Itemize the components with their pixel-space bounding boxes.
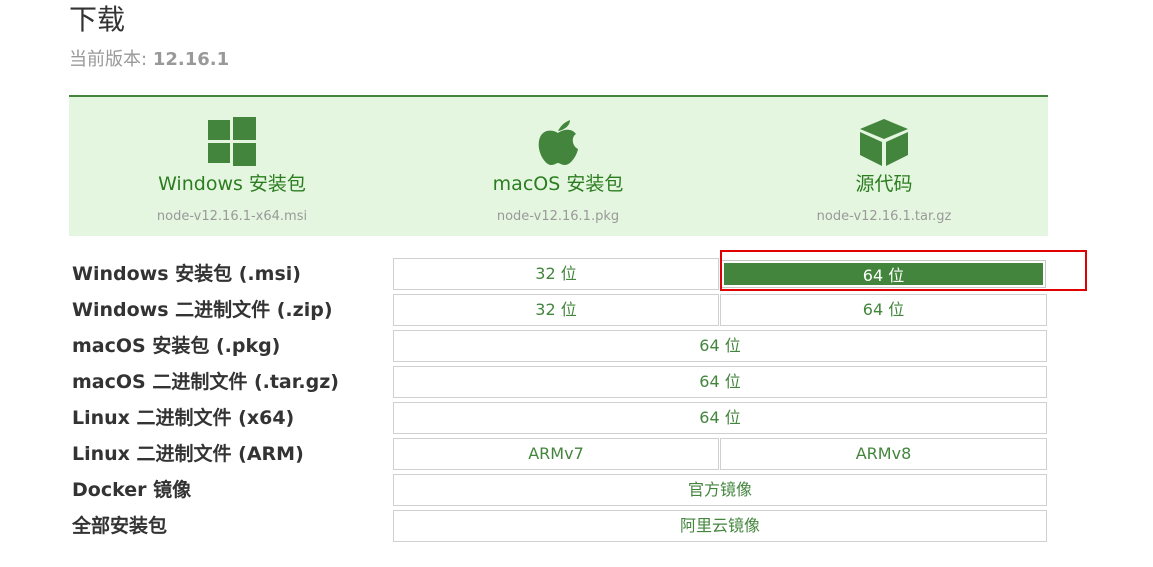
version-label: 当前版本: (69, 49, 148, 70)
row-label-linux-arm: Linux 二进制文件 (ARM) (72, 443, 304, 465)
windows-icon (207, 117, 257, 171)
hero-windows-label: Windows 安装包 (158, 173, 306, 195)
hero-macos-label: macOS 安装包 (492, 173, 624, 195)
download-page: 下载 当前版本: 12.16.1 Windows 安装包 node-v12.16… (0, 0, 1153, 567)
row-label-macos-targz: macOS 二进制文件 (.tar.gz) (72, 371, 339, 393)
hero-macos-installer[interactable]: macOS 安装包 node-v12.16.1.pkg (395, 97, 721, 236)
row-label-windows-zip: Windows 二进制文件 (.zip) (72, 299, 333, 321)
row-label-all-installers: 全部安装包 (72, 515, 168, 537)
windows-msi-32bit-button[interactable]: 32 位 (393, 258, 719, 290)
row-label-docker: Docker 镜像 (72, 479, 192, 501)
hero-source-label: 源代码 (855, 173, 913, 195)
hero-macos-file: node-v12.16.1.pkg (496, 209, 620, 224)
linux-x64-64bit-button[interactable]: 64 位 (393, 402, 1047, 434)
row-label-macos-pkg: macOS 安装包 (.pkg) (72, 335, 281, 357)
windows-msi-64bit-button[interactable]: 64 位 (721, 260, 1046, 288)
hero-source-code[interactable]: 源代码 node-v12.16.1.tar.gz (721, 97, 1047, 236)
linux-armv7-button[interactable]: ARMv7 (393, 438, 719, 470)
apple-icon (536, 117, 580, 171)
windows-zip-32bit-button[interactable]: 32 位 (393, 294, 719, 326)
download-hero: Windows 安装包 node-v12.16.1-x64.msi macOS … (69, 95, 1048, 236)
version-number: 12.16.1 (152, 49, 230, 70)
row-label-windows-msi: Windows 安装包 (.msi) (72, 263, 301, 285)
macos-targz-64bit-button[interactable]: 64 位 (393, 366, 1047, 398)
aliyun-mirror-button[interactable]: 阿里云镜像 (393, 510, 1047, 542)
current-version: 当前版本: 12.16.1 (69, 48, 229, 72)
macos-pkg-64bit-button[interactable]: 64 位 (393, 330, 1047, 362)
hero-windows-file: node-v12.16.1-x64.msi (156, 209, 308, 224)
page-title: 下载 (69, 3, 126, 36)
cube-icon (858, 117, 910, 171)
row-label-linux-x64: Linux 二进制文件 (x64) (72, 407, 295, 429)
docker-official-image-button[interactable]: 官方镜像 (393, 474, 1047, 506)
hero-source-file: node-v12.16.1.tar.gz (816, 209, 952, 224)
windows-zip-64bit-button[interactable]: 64 位 (720, 294, 1047, 326)
hero-windows-installer[interactable]: Windows 安装包 node-v12.16.1-x64.msi (69, 97, 395, 236)
linux-armv8-button[interactable]: ARMv8 (720, 438, 1047, 470)
